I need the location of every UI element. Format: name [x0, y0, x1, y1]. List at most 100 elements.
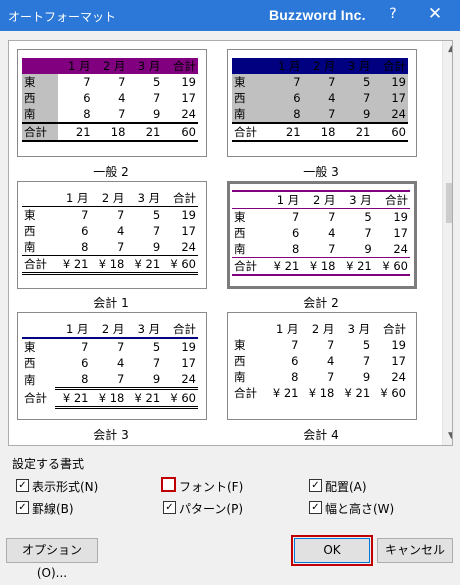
table-cell: 2 月: [311, 322, 335, 336]
table-row: 南 8 7 9 24: [232, 369, 408, 385]
table-row: 西 6 4 7 17: [22, 223, 198, 239]
table-cell: [232, 58, 268, 74]
checkbox-icon[interactable]: ✓: [16, 479, 29, 492]
table-cell: 西: [24, 224, 36, 238]
options-button[interactable]: オプション(O)...: [6, 538, 98, 580]
help-button[interactable]: ?: [386, 6, 400, 22]
format-caption: 一般 2: [93, 165, 129, 179]
ok-button[interactable]: OK: [291, 535, 373, 566]
table-cell: 7: [117, 340, 125, 354]
format-sample-kaikei2-selected[interactable]: 1 月2 月3 月合計東 7 7 5 19 西 6 4 7 17 南 8 7 9 24 合計 ¥ 21 ¥ 18 ¥…: [227, 181, 417, 289]
table-cell: 合計: [383, 322, 406, 336]
checkbox-icon[interactable]: ✓: [163, 501, 176, 514]
table-cell: 東: [24, 208, 36, 222]
table-cell: 4: [327, 354, 335, 368]
table-cell: 合計: [162, 321, 198, 339]
table-header-row: 1 月2 月3 月合計: [22, 58, 198, 74]
table-cell: ¥ 21: [344, 386, 371, 400]
table-cell: 合計: [162, 190, 198, 207]
title-bar: オートフォーマット Buzzword Inc. ? ✕: [0, 0, 460, 31]
table-cell: 7: [117, 208, 125, 222]
table-cell: [22, 190, 55, 207]
table-cell: 合計: [232, 257, 266, 276]
table-cell: ¥ 21: [265, 257, 302, 276]
checkbox-icon[interactable]: ✓: [309, 479, 322, 492]
table-cell: ¥ 18: [90, 387, 127, 409]
table-cell: 7: [81, 208, 89, 222]
table-cell: 24: [181, 107, 196, 121]
format-sample-kaikei4[interactable]: 1 月2 月3 月合計東 7 7 5 19 西 6 4 7 17 南 8 7 9 24 合計 ¥ 21 ¥ 18 ¥…: [227, 312, 417, 420]
scroll-thumb[interactable]: [446, 183, 452, 223]
sample-table: 1 月2 月3 月合計東 7 7 5 19 西 6 4 7 17 南 8 7 9 24 合計 ¥ 21 ¥ 18 ¥…: [232, 321, 408, 401]
checkbox-label: 罫線(B): [32, 502, 74, 516]
table-cell: 8: [83, 107, 91, 121]
table-row: 西 6 4 7 17: [232, 353, 408, 369]
table-cell: 6: [267, 90, 303, 106]
table-cell: 南: [24, 372, 36, 387]
table-row: 南 8 7 9 24: [22, 371, 198, 389]
table-cell: 24: [181, 240, 196, 254]
cancel-button[interactable]: キャンセル: [377, 538, 453, 563]
table-cell: [232, 190, 266, 209]
table-cell: 6: [83, 91, 91, 105]
table-cell: 24: [393, 242, 408, 256]
table-cell: 3 月: [127, 58, 163, 74]
table-cell: 東: [24, 340, 36, 354]
gallery-scrollbar[interactable]: ▲ ▼: [442, 41, 452, 445]
table-cell: 5: [152, 340, 161, 354]
table-cell: 8: [81, 240, 89, 254]
sample-table: 1 月2 月3 月合計東 7 7 5 19 西 6 4 7 17 南 8 7 9 24 合計 ¥ 21 ¥ 18 ¥…: [22, 321, 198, 409]
table-cell: 西: [232, 90, 268, 106]
format-sample-kaikei1[interactable]: 1 月2 月3 月合計東 7 7 5 19 西 6 4 7 17 南 8 7 9 24 合計 ¥ 21 ¥ 18 ¥…: [17, 181, 207, 289]
checkbox-icon[interactable]: ✓: [309, 501, 322, 514]
format-gallery[interactable]: 1 月2 月3 月合計東 7 7 5 19 西 6 4 7 17 南 8 7 9 24 合計 21 18 21 60 …: [8, 40, 453, 446]
table-row: 西 6 4 7 17: [22, 355, 198, 371]
scroll-down-icon[interactable]: ▼: [443, 428, 452, 445]
table-cell: 6: [291, 226, 300, 240]
scroll-up-icon[interactable]: ▲: [443, 41, 452, 58]
table-cell: 1 月: [265, 190, 302, 209]
table-row: 西 6 4 7 17: [22, 90, 198, 106]
table-cell: 19: [181, 75, 196, 89]
table-cell: ¥ 21: [126, 387, 163, 409]
table-cell: 7: [118, 75, 126, 89]
sample-table: 1 月2 月3 月合計東 7 7 5 19 西 6 4 7 17 南 8 7 9 24 合計 ¥ 21 ¥ 18 ¥…: [22, 190, 198, 275]
table-cell: 9: [362, 370, 371, 384]
format-caption: 一般 3: [303, 165, 339, 179]
table-cell: 21: [57, 122, 93, 142]
checkbox-icon[interactable]: ✓: [16, 501, 29, 514]
table-cell: 7: [364, 226, 372, 240]
table-header-row: 1 月2 月3 月合計: [232, 321, 408, 337]
table-cell: ¥ 21: [54, 387, 91, 409]
format-sample-ippan2[interactable]: 1 月2 月3 月合計東 7 7 5 19 西 6 4 7 17 南 8 7 9 24 合計 21 18 21 60: [17, 49, 207, 157]
table-cell: 3 月: [126, 321, 163, 339]
format-sample-ippan3[interactable]: 1 月2 月3 月合計東 7 7 5 19 西 6 4 7 17 南 8 7 9 24 合計 21 18 21 60: [227, 49, 417, 157]
table-cell: 8: [291, 242, 300, 256]
table-cell: 4: [118, 91, 126, 105]
table-cell: 60: [162, 122, 198, 142]
table-cell: 17: [393, 226, 408, 240]
brand-label: Buzzword Inc.: [269, 7, 366, 23]
table-cell: 21: [127, 122, 163, 142]
table-cell: 南: [234, 242, 246, 256]
table-cell: 西: [234, 226, 246, 240]
table-cell: ¥ 60: [380, 386, 406, 400]
table-cell: 7: [118, 107, 126, 121]
table-row: 西 6 4 7 17: [232, 225, 410, 241]
table-cell: 1 月: [57, 58, 93, 74]
table-cell: 6: [81, 356, 89, 370]
table-cell: 7: [267, 74, 303, 90]
close-button[interactable]: ✕: [426, 4, 444, 24]
table-cell: 5: [153, 75, 161, 89]
table-cell: 9: [152, 240, 161, 254]
table-cell: 17: [372, 90, 408, 106]
table-cell: 1 月: [267, 58, 303, 74]
table-cell: 7: [291, 210, 300, 224]
table-cell: 9: [152, 372, 161, 386]
table-cell: ¥ 18: [90, 255, 127, 275]
format-sample-kaikei3[interactable]: 1 月2 月3 月合計東 7 7 5 19 西 6 4 7 17 南 8 7 9 24 合計 ¥ 21 ¥ 18 ¥…: [17, 312, 207, 420]
table-cell: 5: [364, 210, 372, 224]
table-cell: 東: [234, 338, 246, 352]
table-cell: 18: [302, 122, 338, 142]
checkbox-icon[interactable]: [161, 477, 176, 492]
